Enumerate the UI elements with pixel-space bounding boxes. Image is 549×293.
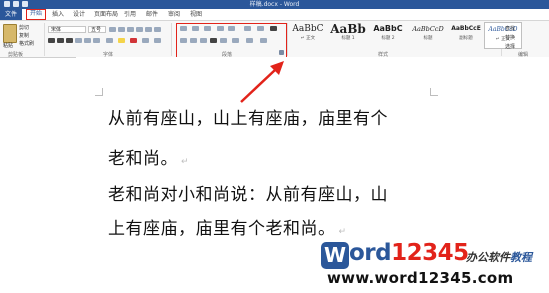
logo-url: www.word12345.com <box>327 269 514 287</box>
logo-w-badge: W <box>321 242 349 269</box>
logo-wordmark: ord12345 <box>349 240 469 266</box>
slogan-a: 办公软件 <box>466 251 510 264</box>
logo-number: 12345 <box>391 240 469 266</box>
slogan-b: 教程 <box>510 251 532 264</box>
logo-slogan: 办公软件教程 <box>466 249 532 265</box>
logo-word: ord <box>349 240 392 266</box>
watermark-logo: W ord12345 办公软件教程 www.word12345.com <box>321 240 544 288</box>
